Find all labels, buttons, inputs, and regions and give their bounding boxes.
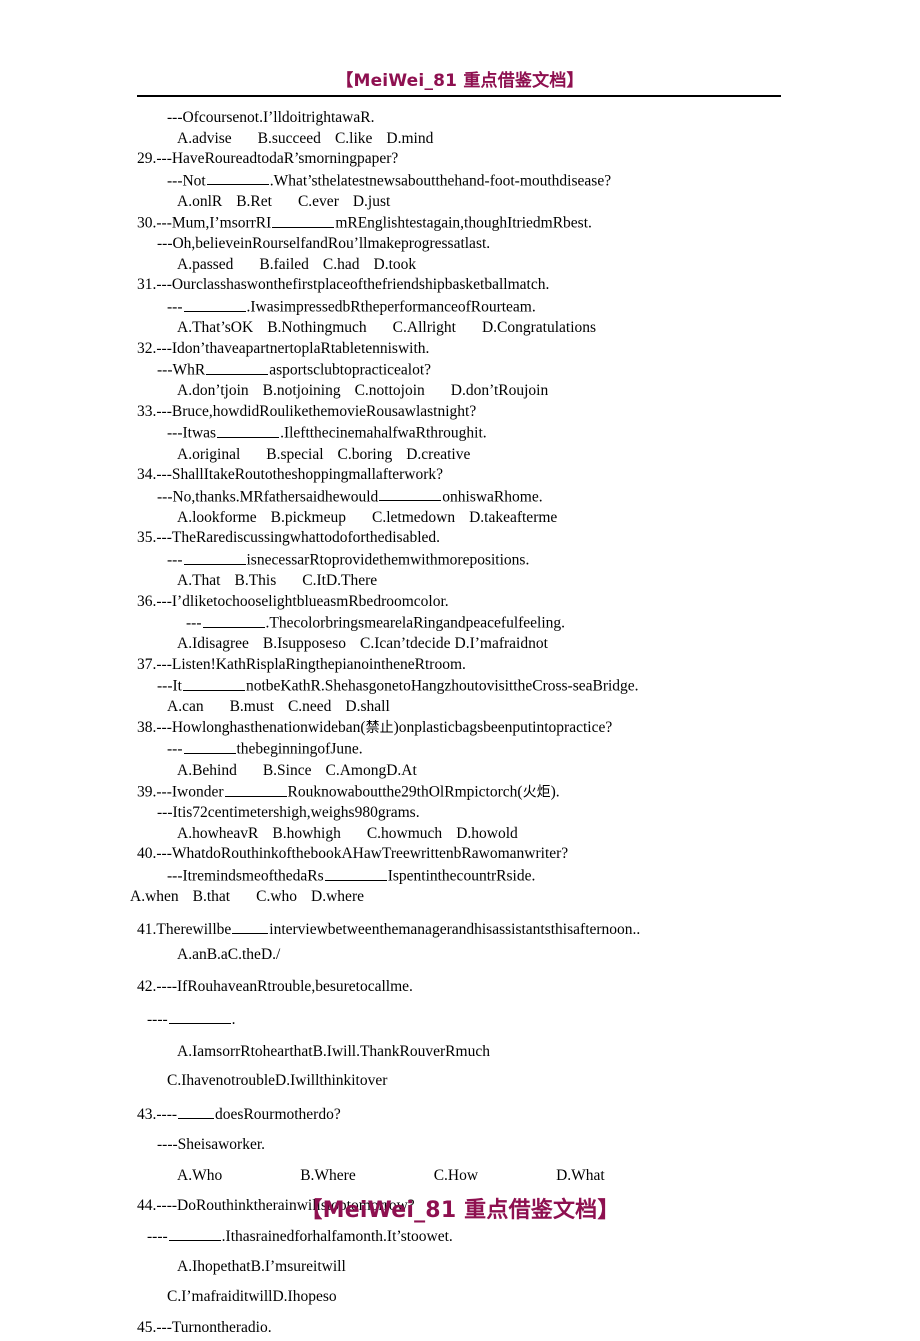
- question-28-response: ---Ofcoursenot.I’lldoitrightawaR.: [167, 109, 375, 126]
- cjk-term-torch: 火炬: [522, 784, 551, 801]
- question-43-response: ----Sheisaworker.: [157, 1136, 266, 1154]
- question-35-response: --- isnecessarRtoprovidethemwithmoreposit…: [0, 549, 920, 571]
- question-43-prompt: 43.---- doesRourmotherdo?: [0, 1102, 920, 1128]
- question-37-response: ---It notbeKathR.ShehasgonetoHangzhoutovi…: [0, 675, 920, 697]
- question-41-prompt: 41.Therewillbe interviewbetweenthemanager…: [0, 917, 920, 943]
- question-29-prompt: 29.---HaveRoureadtodaR’smorningpaper?: [137, 150, 399, 167]
- question-43-options: A.Who B.Where C.How D.What: [177, 1166, 605, 1184]
- answer-blank: [232, 918, 269, 934]
- cjk-term-ban: 禁止: [365, 719, 394, 736]
- answer-blank: [379, 486, 442, 502]
- question-29-options: A.onlR B.Ret C.ever D.just: [177, 192, 391, 210]
- question-42-options-ab: A.IamsorrRtohearthatB.Iwill.ThankRouverR…: [177, 1042, 490, 1060]
- question-32-prompt: 32.---Idon’thaveapartnertoplaRtabletenni…: [137, 339, 430, 357]
- question-29-response: ---Not .What’sthelatestnewsaboutthehand-f…: [0, 170, 920, 192]
- question-34-prompt: 34.---ShallItakeRoutotheshoppingmallafte…: [137, 466, 444, 484]
- question-44-response: ---- .Ithasrainedforhalfamonth.It’stoowet…: [0, 1224, 920, 1250]
- question-37-prompt: 37.---Listen!KathRisplaRingthepianointhe…: [137, 655, 466, 673]
- answer-blank: [324, 865, 387, 881]
- question-44-options-cd: C.I’mafraiditwillD.Ihopeso: [167, 1287, 337, 1305]
- answer-blank: [168, 1008, 231, 1025]
- question-45-prompt: 45.---Turnontheradio.: [137, 1319, 272, 1337]
- question-41-options: A.anB.aC.theD./: [177, 946, 281, 964]
- answer-blank: [272, 212, 335, 228]
- question-32-options: A.don’tjoin B.notjoining C.nottojoin D.don’…: [177, 382, 549, 400]
- answer-blank: [202, 612, 265, 628]
- question-33-prompt: 33.---Bruce,howdidRoulikethemovieRousawl…: [137, 402, 477, 420]
- question-31-response: --- .IwasimpressedbRtheperformanceofRourt…: [0, 296, 920, 318]
- question-38-options: A.Behind B.Since C.AmongD.At: [177, 761, 417, 779]
- document-page: 【MeiWei_81 重点借鉴文档】 ---Ofcoursenot.I’lldo…: [0, 0, 920, 1336]
- question-32-response: ---WhR asportsclubtopracticealot?: [0, 359, 920, 381]
- answer-blank: [224, 781, 287, 797]
- question-37-options: A.can B.must C.need D.shall: [167, 698, 390, 716]
- question-34-options: A.lookforme B.pickmeup C.letmedown D.takeaf…: [177, 508, 558, 526]
- question-40-response: ---ItremindsmeofthedaRs Ispentinthecountr…: [0, 865, 920, 887]
- question-30-prompt: 30.---Mum,I’msorrRI mREnglishtestagain,th…: [0, 212, 920, 234]
- question-40-options: A.when B.that C.who D.where: [130, 888, 364, 906]
- question-31-options: A.That’sOK B.Nothingmuch C.Allright D.Congr…: [177, 319, 597, 337]
- answer-blank: [168, 1225, 221, 1241]
- answer-blank: [206, 170, 269, 186]
- question-33-options: A.original B.special C.boring D.creative: [177, 445, 471, 463]
- question-42-prompt: 42.----IfRouhaveanRtrouble,besuretocallm…: [137, 977, 413, 995]
- answer-blank: [183, 738, 236, 755]
- question-31-prompt: 31.---Ourclasshaswonthefirstplaceofthefr…: [137, 276, 550, 294]
- question-30-options: A.passed B.failed C.had D.took: [177, 255, 417, 273]
- watermark-footer: 【MeiWei_81 重点借鉴文档】: [300, 1198, 620, 1223]
- question-39-options: A.howheavR B.howhigh C.howmuch D.howold: [177, 824, 518, 842]
- question-42-response: ----.: [0, 1007, 920, 1033]
- question-39-prompt: 39.---Iwonder Rouknowaboutthe29thOlRmpict…: [0, 781, 920, 803]
- answer-blank: [217, 422, 280, 439]
- watermark-header: 【MeiWei_81 重点借鉴文档】: [336, 71, 584, 91]
- question-38-prompt: 38.---Howlonghasthenationwideban(禁止)onpl…: [137, 718, 613, 736]
- question-30-response: ---Oh,believeinRourselfandRou’llmakeprog…: [157, 235, 491, 253]
- question-34-response: ---No,thanks.MRfathersaidhewould onhiswaR…: [0, 486, 920, 508]
- question-39-response: ---Itis72centimetershigh,weighs980grams.: [157, 804, 420, 822]
- question-36-options: A.Idisagree B.Isupposeso C.Ican’tdecide D.I…: [177, 635, 548, 653]
- question-35-prompt: 35.---TheRarediscussingwhattodoforthedis…: [137, 529, 441, 547]
- question-42-options-cd: C.IhavenotroubleD.Iwillthinkitover: [167, 1072, 388, 1090]
- question-40-prompt: 40.---WhatdoRouthinkofthebookAHawTreewri…: [137, 845, 569, 863]
- question-36-prompt: 36.---I’dliketochooselightblueasmRbedroo…: [137, 592, 449, 610]
- answer-blank: [178, 1103, 215, 1119]
- question-38-response: --- thebeginningofJune.: [0, 738, 920, 760]
- answer-blank: [182, 675, 245, 691]
- question-35-options: A.That B.This C.ItD.There: [177, 572, 378, 590]
- question-28-options: A.advise B.succeed C.like D.mind: [177, 129, 434, 147]
- answer-blank: [206, 359, 269, 375]
- question-44-options-ab: A.IhopethatB.I’msureitwill: [177, 1258, 346, 1276]
- header-divider-rule: [137, 95, 781, 97]
- answer-blank: [183, 296, 246, 312]
- document-body: ---Ofcoursenot.I’lldoitrightawaR. A.advi…: [0, 108, 920, 1341]
- question-36-response: --- .ThecolorbringsmearelaRingandpeaceful…: [0, 612, 920, 634]
- answer-blank: [183, 549, 246, 565]
- question-33-response: ---Itwas .IleftthecinemahalfwaRthroughit.: [0, 422, 920, 444]
